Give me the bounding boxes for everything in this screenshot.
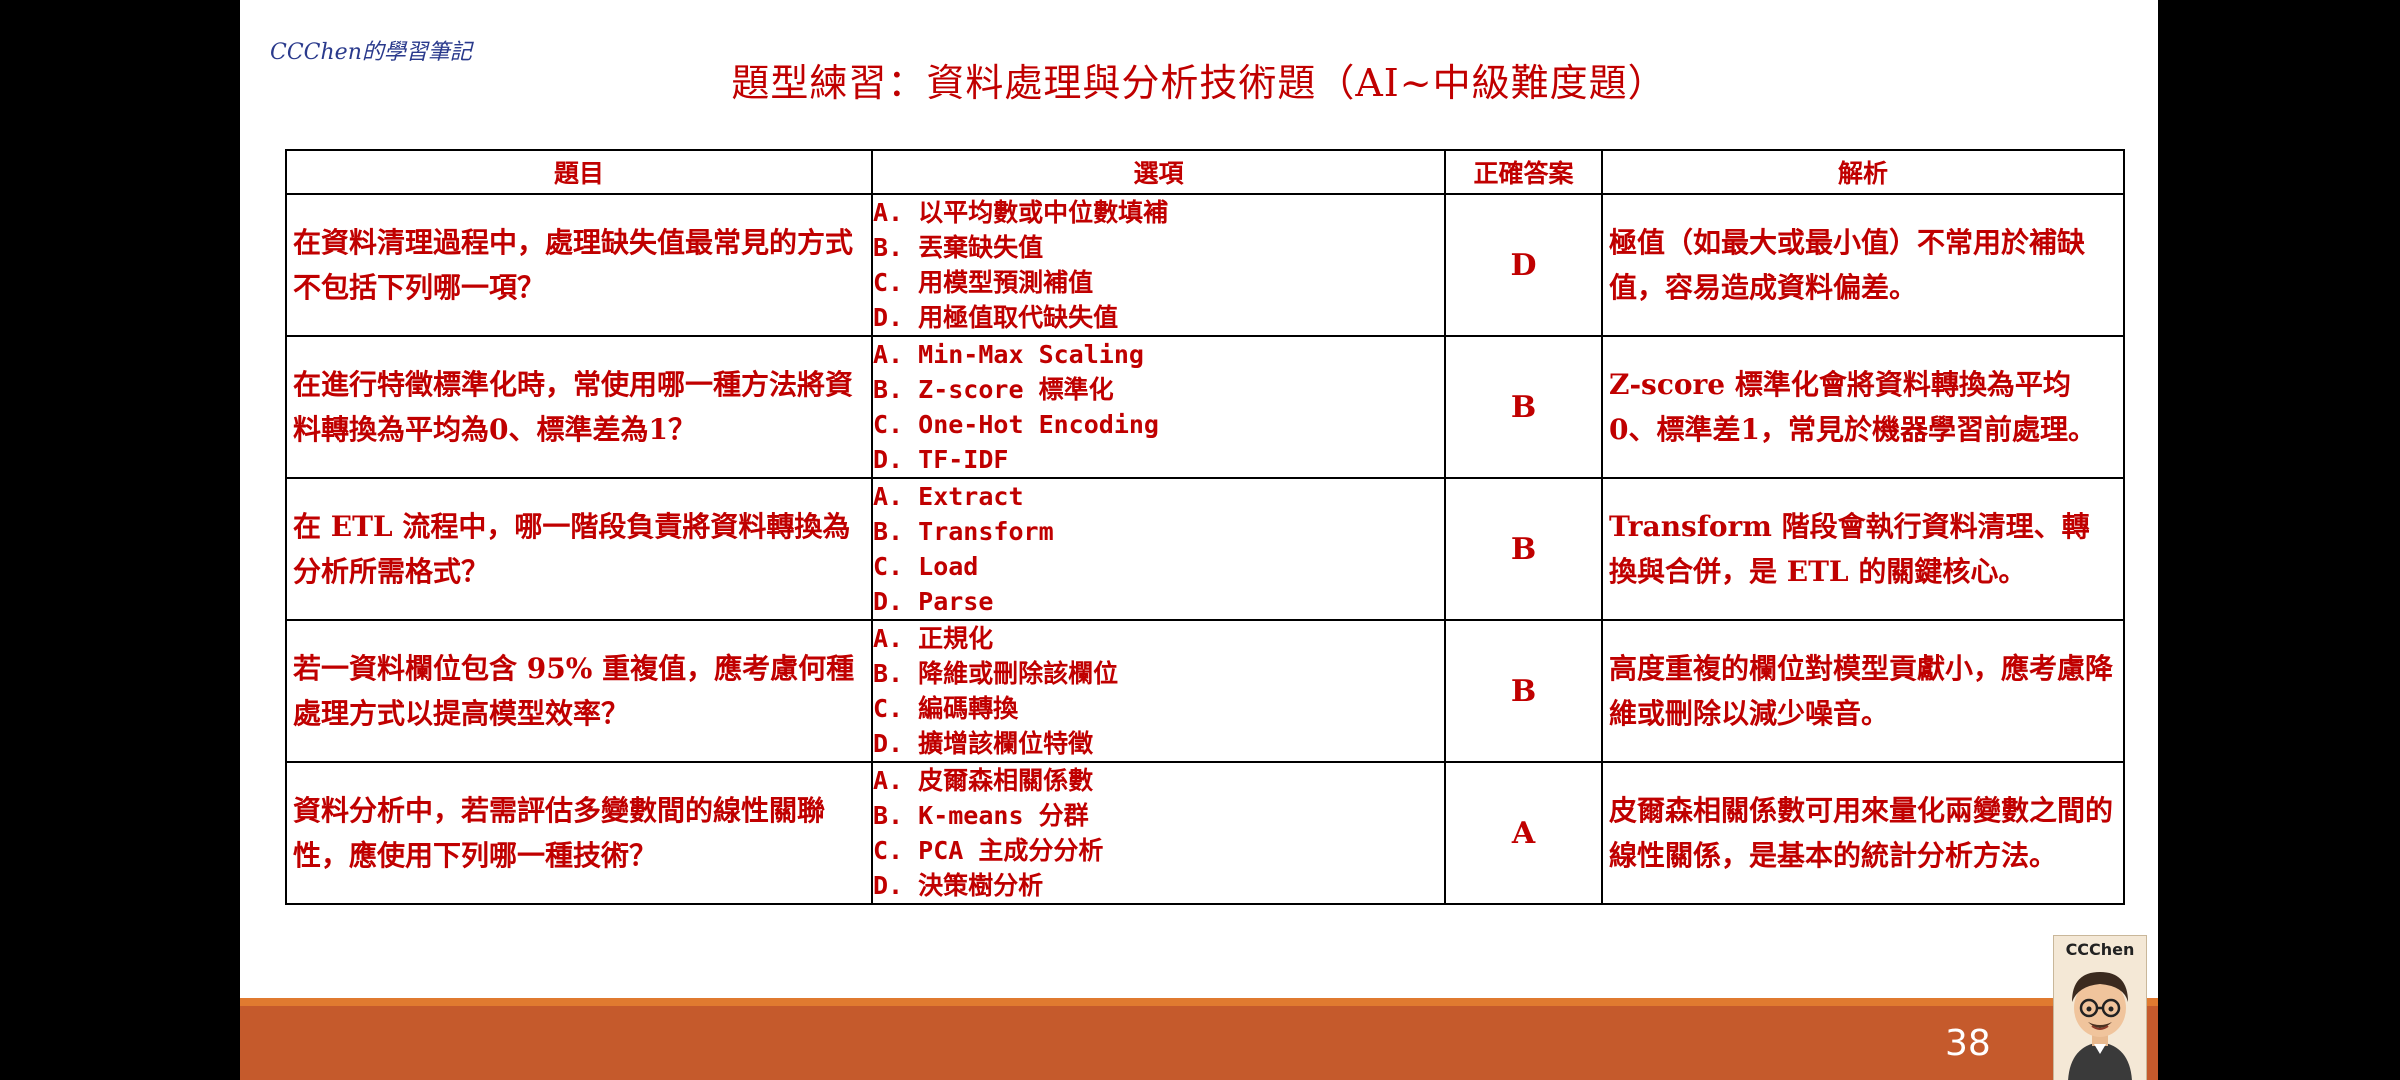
- option-c: C. 編碼轉換: [873, 694, 1019, 723]
- avatar: CCChen: [2053, 935, 2147, 1080]
- options-cell: A. 正規化 B. 降維或刪除該欄位 C. 編碼轉換 D. 擴增該欄位特徵: [871, 619, 1446, 763]
- question-cell: 在資料清理過程中，處理缺失值最常見的方式不包括下列哪一項？: [285, 193, 873, 337]
- table-header-row: 題目 選項 正確答案 解析: [285, 149, 2125, 195]
- question-cell: 若一資料欄位包含 95% 重複值，應考慮何種處理方式以提高模型效率？: [285, 619, 873, 763]
- option-d: D. TF-IDF: [873, 445, 1009, 474]
- option-d: D. 決策樹分析: [873, 871, 1044, 900]
- explanation-cell: Z-score 標準化會將資料轉換為平均0、標準差1，常見於機器學習前處理。: [1601, 335, 2125, 479]
- header-explanation: 解析: [1601, 149, 2125, 195]
- answer-cell: B: [1444, 335, 1603, 479]
- explanation-cell: Transform 階段會執行資料清理、轉換與合併，是 ETL 的關鍵核心。: [1601, 477, 2125, 621]
- table-row: 資料分析中，若需評估多變數間的線性關聯性，應使用下列哪一種技術？ A. 皮爾森相…: [285, 761, 2125, 905]
- header-answer: 正確答案: [1444, 149, 1603, 195]
- table-row: 若一資料欄位包含 95% 重複值，應考慮何種處理方式以提高模型效率？ A. 正規…: [285, 619, 2125, 763]
- explanation-cell: 皮爾森相關係數可用來量化兩變數之間的線性關係，是基本的統計分析方法。: [1601, 761, 2125, 905]
- option-a: A. 以平均數或中位數填補: [873, 198, 1169, 227]
- answer-cell: D: [1444, 193, 1603, 337]
- explanation-cell: 極值（如最大或最小值）不常用於補缺值，容易造成資料偏差。: [1601, 193, 2125, 337]
- option-c: C. Load: [873, 552, 979, 581]
- question-cell: 在 ETL 流程中，哪一階段負責將資料轉換為分析所需格式？: [285, 477, 873, 621]
- option-b: B. 丟棄缺失值: [873, 233, 1044, 262]
- option-d: D. 擴增該欄位特徵: [873, 729, 1094, 758]
- option-c: C. PCA 主成分分析: [873, 836, 1104, 865]
- options-cell: A. 以平均數或中位數填補 B. 丟棄缺失值 C. 用模型預測補值 D. 用極值…: [871, 193, 1446, 337]
- option-a: A. 正規化: [873, 624, 994, 653]
- quiz-table: 題目 選項 正確答案 解析 在資料清理過程中，處理缺失值最常見的方式不包括下列哪…: [285, 149, 2125, 905]
- option-c: C. One-Hot Encoding: [873, 410, 1159, 439]
- answer-cell: B: [1444, 477, 1603, 621]
- option-a: A. Min-Max Scaling: [873, 340, 1144, 369]
- option-c: C. 用模型預測補值: [873, 268, 1094, 297]
- header-options: 選項: [871, 149, 1446, 195]
- header-question: 題目: [285, 149, 873, 195]
- option-b: B. Transform: [873, 517, 1054, 546]
- slide: CCChen的學習筆記 題型練習：資料處理與分析技術題（AI~中級難度題） 題目…: [240, 0, 2158, 1080]
- page-number: 38: [1945, 1023, 1991, 1064]
- option-d: D. Parse: [873, 587, 994, 616]
- explanation-cell: 高度重複的欄位對模型貢獻小，應考慮降維或刪除以減少噪音。: [1601, 619, 2125, 763]
- options-cell: A. Extract B. Transform C. Load D. Parse: [871, 477, 1446, 621]
- question-cell: 在進行特徵標準化時，常使用哪一種方法將資料轉換為平均為0、標準差為1？: [285, 335, 873, 479]
- options-cell: A. 皮爾森相關係數 B. K-means 分群 C. PCA 主成分分析 D.…: [871, 761, 1446, 905]
- table-row: 在資料清理過程中，處理缺失值最常見的方式不包括下列哪一項？ A. 以平均數或中位…: [285, 193, 2125, 337]
- answer-cell: B: [1444, 619, 1603, 763]
- option-b: B. K-means 分群: [873, 801, 1089, 830]
- avatar-icon: [2068, 972, 2132, 1080]
- option-b: B. Z-score 標準化: [873, 375, 1114, 404]
- answer-cell: A: [1444, 761, 1603, 905]
- option-a: A. 皮爾森相關係數: [873, 766, 1094, 795]
- slide-title: 題型練習：資料處理與分析技術題（AI~中級難度題）: [731, 61, 1667, 105]
- option-d: D. 用極值取代缺失值: [873, 303, 1119, 332]
- table-row: 在進行特徵標準化時，常使用哪一種方法將資料轉換為平均為0、標準差為1？ A. M…: [285, 335, 2125, 479]
- table-row: 在 ETL 流程中，哪一階段負責將資料轉換為分析所需格式？ A. Extract…: [285, 477, 2125, 621]
- option-b: B. 降維或刪除該欄位: [873, 659, 1119, 688]
- footer-bar: [240, 998, 2158, 1080]
- options-cell: A. Min-Max Scaling B. Z-score 標準化 C. One…: [871, 335, 1446, 479]
- footer-accent-line: [240, 998, 2158, 1006]
- question-cell: 資料分析中，若需評估多變數間的線性關聯性，應使用下列哪一種技術？: [285, 761, 873, 905]
- option-a: A. Extract: [873, 482, 1024, 511]
